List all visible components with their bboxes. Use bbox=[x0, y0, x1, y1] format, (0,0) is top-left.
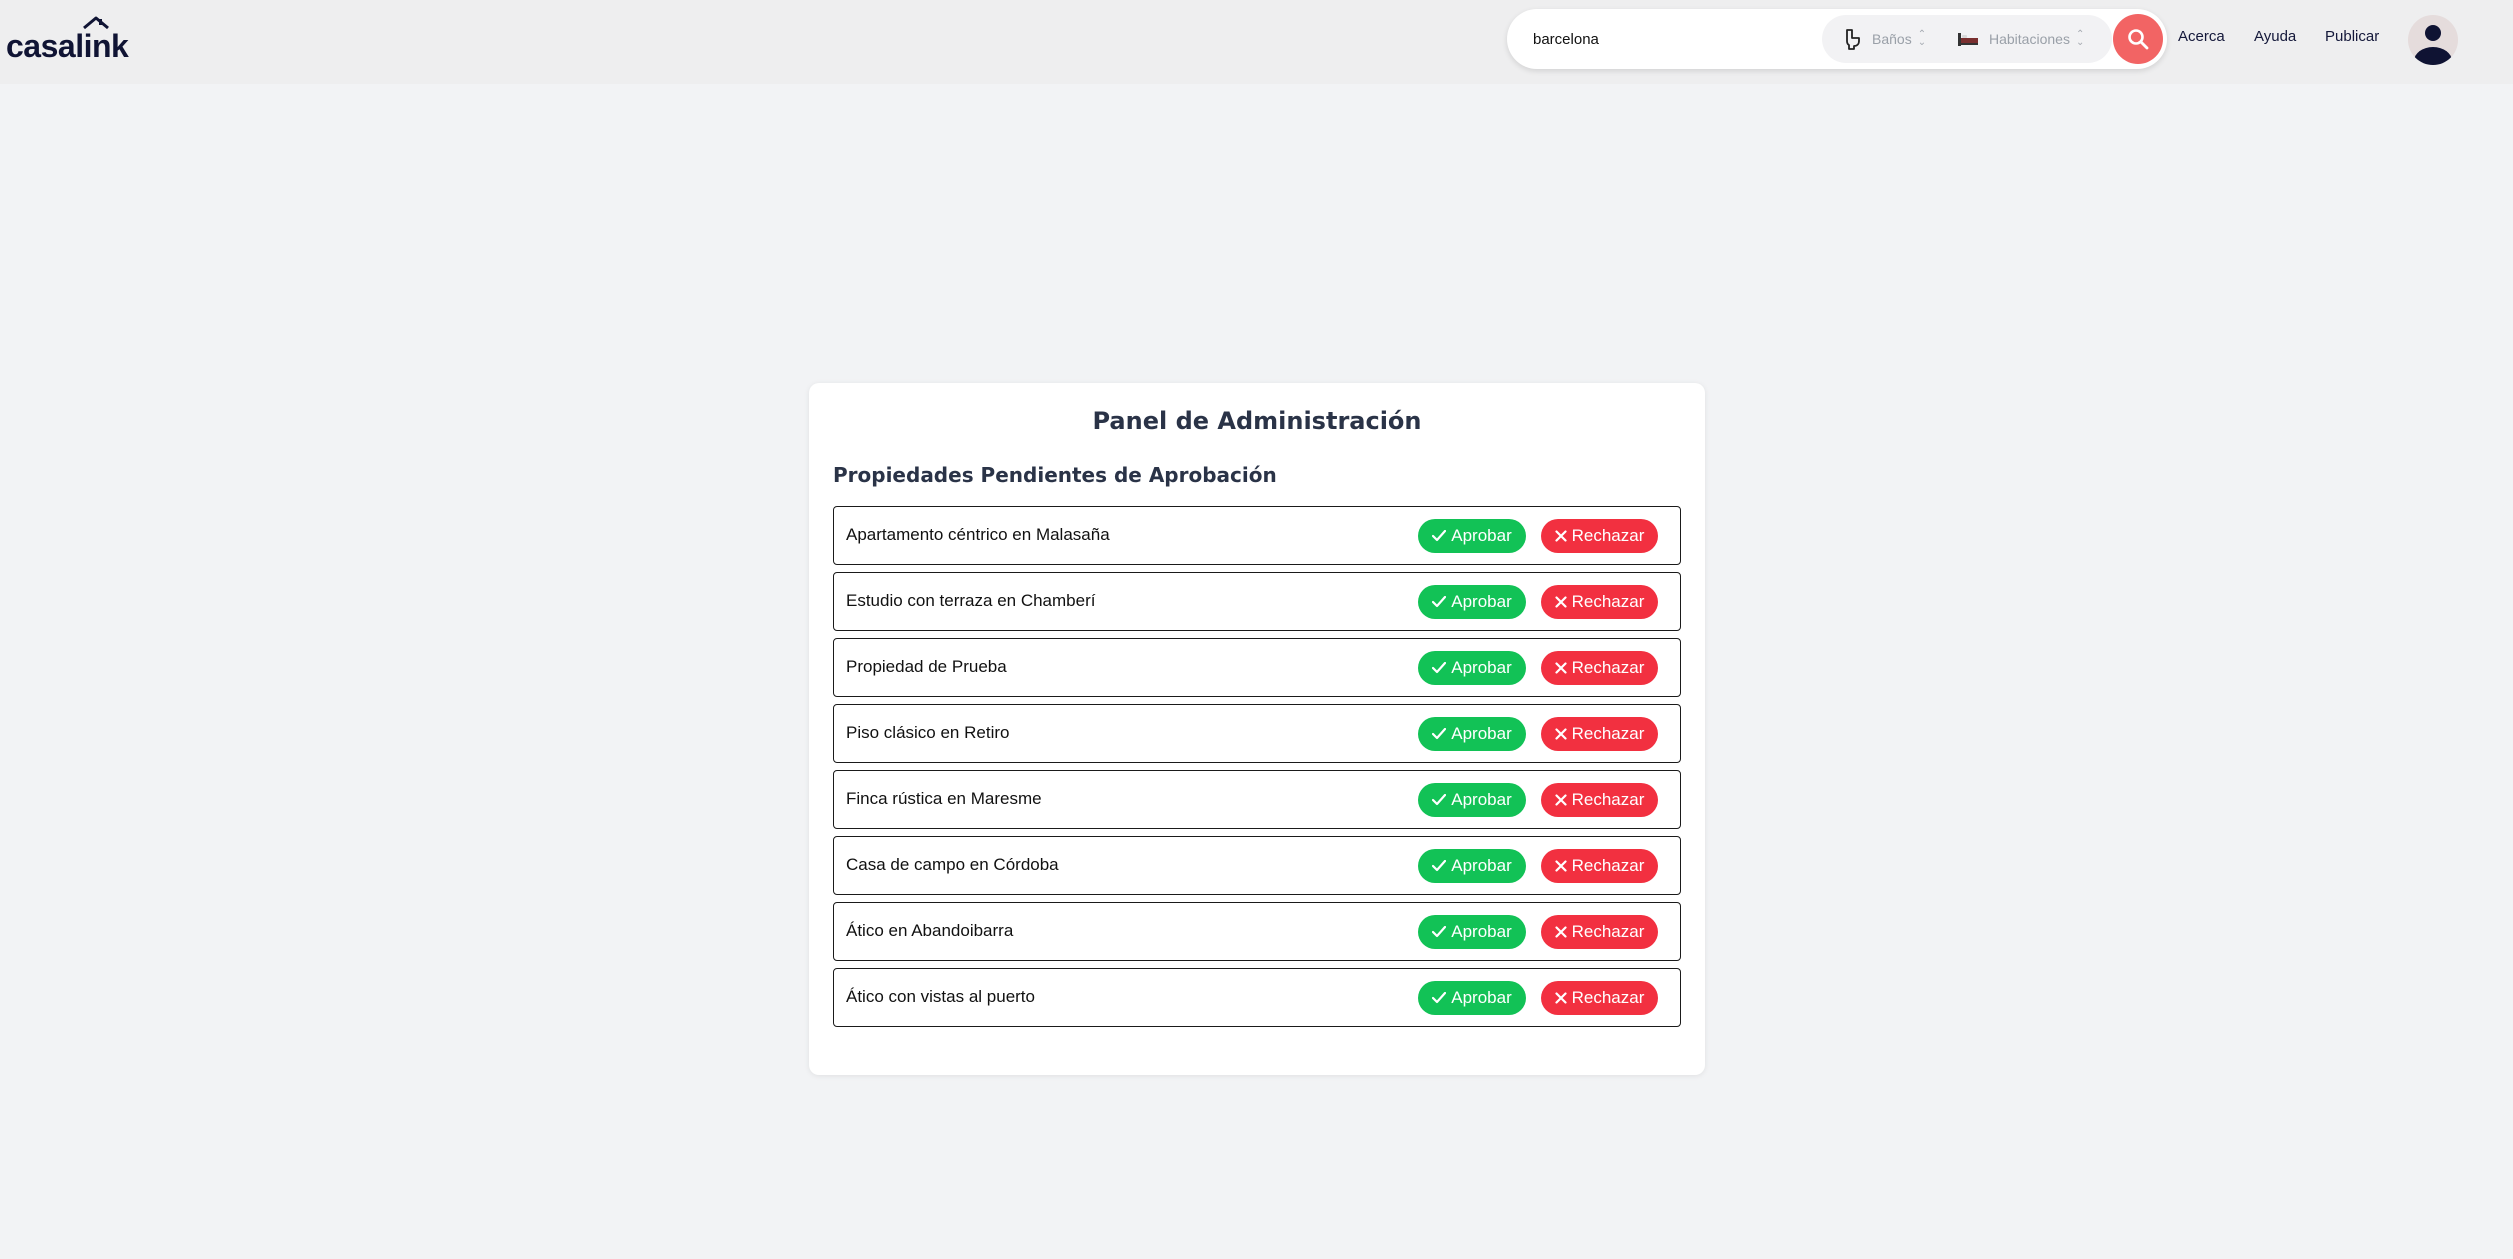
reject-label: Rechazar bbox=[1571, 592, 1645, 611]
close-icon bbox=[1555, 794, 1567, 806]
bed-icon bbox=[1957, 30, 1979, 48]
close-icon bbox=[1555, 728, 1567, 740]
property-name: Finca rústica en Maresme bbox=[846, 789, 1042, 808]
check-icon bbox=[1432, 530, 1447, 542]
reject-button[interactable]: Rechazar bbox=[1541, 981, 1658, 1015]
close-icon bbox=[1555, 662, 1567, 674]
property-row: Finca rústica en Maresme Aprobar Rechaza… bbox=[833, 770, 1681, 829]
approve-label: Aprobar bbox=[1451, 724, 1512, 743]
approve-button[interactable]: Aprobar bbox=[1418, 915, 1526, 949]
check-icon bbox=[1432, 728, 1447, 740]
reject-label: Rechazar bbox=[1571, 658, 1645, 677]
property-row: Propiedad de Prueba Aprobar Rechazar bbox=[833, 638, 1681, 697]
page-title: Panel de Administración bbox=[1092, 407, 1422, 435]
rooms-stepper-icon[interactable]: ⌃ ⌄ bbox=[2076, 30, 2084, 48]
approve-label: Aprobar bbox=[1451, 592, 1512, 611]
reject-label: Rechazar bbox=[1571, 988, 1645, 1007]
approve-label: Aprobar bbox=[1451, 856, 1512, 875]
approve-button[interactable]: Aprobar bbox=[1418, 783, 1526, 817]
baths-filter-label: Baños bbox=[1872, 31, 1912, 47]
admin-panel: Panel de Administración Propiedades Pend… bbox=[809, 383, 1705, 1075]
check-icon bbox=[1432, 794, 1447, 806]
user-icon bbox=[2414, 25, 2452, 65]
approve-button[interactable]: Aprobar bbox=[1418, 849, 1526, 883]
close-icon bbox=[1555, 992, 1567, 1004]
house-roof-icon bbox=[83, 16, 109, 30]
approve-label: Aprobar bbox=[1451, 526, 1512, 545]
reject-button[interactable]: Rechazar bbox=[1541, 915, 1658, 949]
approve-button[interactable]: Aprobar bbox=[1418, 519, 1526, 553]
nav-about-link[interactable]: Acerca bbox=[2178, 28, 2225, 45]
reject-label: Rechazar bbox=[1571, 724, 1645, 743]
close-icon bbox=[1555, 530, 1567, 542]
casalink-logo[interactable]: casalink bbox=[6, 16, 129, 62]
approve-button[interactable]: Aprobar bbox=[1418, 651, 1526, 685]
check-icon bbox=[1432, 992, 1447, 1004]
property-name: Apartamento céntrico en Malasaña bbox=[846, 525, 1110, 544]
section-title: Propiedades Pendientes de Aprobación bbox=[833, 463, 1277, 487]
reject-button[interactable]: Rechazar bbox=[1541, 519, 1658, 553]
property-row: Ático en Abandoibarra Aprobar Rechazar bbox=[833, 902, 1681, 961]
property-name: Ático en Abandoibarra bbox=[846, 921, 1014, 940]
reject-button[interactable]: Rechazar bbox=[1541, 651, 1658, 685]
search-bar: Baños ⌃⌄ Habitaciones ⌃⌄ bbox=[1507, 9, 2167, 69]
approve-label: Aprobar bbox=[1451, 988, 1512, 1007]
approve-label: Aprobar bbox=[1451, 922, 1512, 941]
property-name: Estudio con terraza en Chamberí bbox=[846, 591, 1096, 610]
close-icon bbox=[1555, 926, 1567, 938]
approve-label: Aprobar bbox=[1451, 658, 1512, 677]
baths-stepper-icon[interactable]: ⌃ ⌄ bbox=[1918, 30, 1926, 48]
search-button[interactable] bbox=[2113, 14, 2163, 64]
reject-button[interactable]: Rechazar bbox=[1541, 783, 1658, 817]
check-icon bbox=[1432, 926, 1447, 938]
user-avatar[interactable] bbox=[2408, 15, 2458, 65]
property-name: Casa de campo en Córdoba bbox=[846, 855, 1059, 874]
rooms-filter[interactable]: Habitaciones ⌃ ⌄ bbox=[1957, 15, 2084, 63]
search-input[interactable] bbox=[1531, 23, 1821, 55]
approve-button[interactable]: Aprobar bbox=[1418, 981, 1526, 1015]
check-icon bbox=[1432, 596, 1447, 608]
nav-publish-link[interactable]: Publicar bbox=[2325, 28, 2379, 45]
approve-button[interactable]: Aprobar bbox=[1418, 717, 1526, 751]
close-icon bbox=[1555, 596, 1567, 608]
toilet-icon bbox=[1844, 28, 1862, 50]
property-name: Ático con vistas al puerto bbox=[846, 987, 1035, 1006]
property-row: Piso clásico en Retiro Aprobar Rechazar bbox=[833, 704, 1681, 763]
property-row: Casa de campo en Córdoba Aprobar Rechaza… bbox=[833, 836, 1681, 895]
pending-properties-list: Apartamento céntrico en Malasaña Aprobar… bbox=[833, 506, 1681, 1034]
check-icon bbox=[1432, 662, 1447, 674]
property-row: Ático con vistas al puerto Aprobar Recha… bbox=[833, 968, 1681, 1027]
baths-filter[interactable]: Baños ⌃ ⌄ bbox=[1844, 15, 1926, 63]
top-header: casalink Baños ⌃⌄ bbox=[0, 0, 2513, 84]
property-name: Piso clásico en Retiro bbox=[846, 723, 1010, 742]
approve-button[interactable]: Aprobar bbox=[1418, 585, 1526, 619]
reject-button[interactable]: Rechazar bbox=[1541, 849, 1658, 883]
reject-button[interactable]: Rechazar bbox=[1541, 717, 1658, 751]
close-icon bbox=[1555, 860, 1567, 872]
reject-label: Rechazar bbox=[1571, 856, 1645, 875]
check-icon bbox=[1432, 860, 1447, 872]
reject-button[interactable]: Rechazar bbox=[1541, 585, 1658, 619]
reject-label: Rechazar bbox=[1571, 526, 1645, 545]
reject-label: Rechazar bbox=[1571, 922, 1645, 941]
rooms-filter-label: Habitaciones bbox=[1989, 31, 2070, 47]
reject-label: Rechazar bbox=[1571, 790, 1645, 809]
property-name: Propiedad de Prueba bbox=[846, 657, 1007, 676]
property-row: Apartamento céntrico en Malasaña Aprobar… bbox=[833, 506, 1681, 565]
nav-help-link[interactable]: Ayuda bbox=[2254, 28, 2296, 45]
approve-label: Aprobar bbox=[1451, 790, 1512, 809]
filters-group: Baños ⌃ ⌄ Habitaciones ⌃ ⌄ bbox=[1822, 15, 2112, 63]
property-row: Estudio con terraza en Chamberí Aprobar … bbox=[833, 572, 1681, 631]
search-icon bbox=[2128, 29, 2149, 50]
